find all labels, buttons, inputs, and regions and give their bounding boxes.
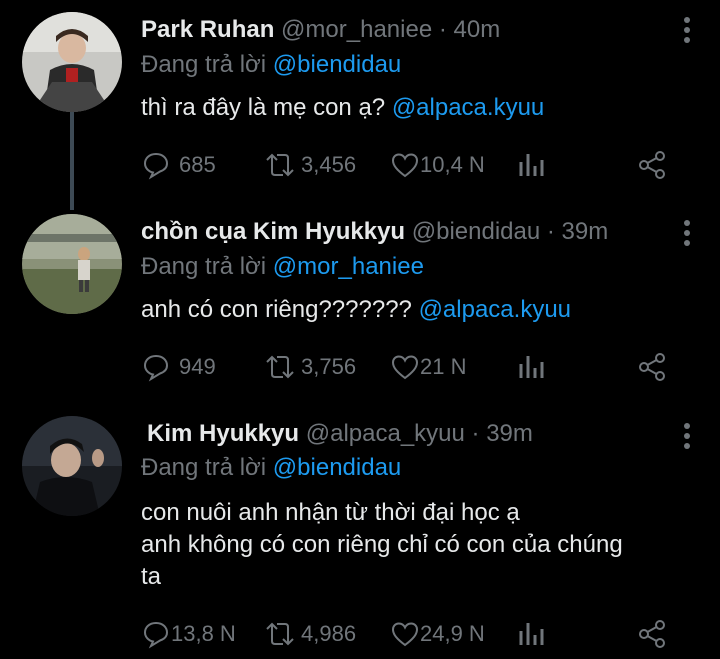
avatar-chon-cua-kim-hyukkyu[interactable] [22, 214, 122, 314]
timestamp[interactable]: · 39m [472, 420, 533, 447]
reply-count: 949 [179, 354, 216, 379]
like-button[interactable]: 21 N [390, 352, 466, 382]
like-button[interactable]: 24,9 N [390, 619, 485, 649]
tweet-text-content: thì ra đây là mẹ con ạ? [141, 94, 386, 121]
reply-count: 685 [179, 152, 216, 177]
reply-count: 13,8 N [171, 621, 236, 646]
reply-icon [143, 354, 169, 382]
tweet-text-line: ta [141, 563, 162, 590]
analytics-button[interactable] [517, 619, 547, 649]
analytics-icon [519, 356, 544, 378]
tweet-header: Park Ruhan @mor_haniee · 40m [141, 15, 500, 45]
reply-label: Đang trả lời [141, 454, 267, 481]
reply-to-mention[interactable]: @biendidau [273, 454, 401, 481]
analytics-button[interactable] [517, 150, 547, 180]
retweet-count: 3,456 [301, 152, 357, 177]
tweet-text-content: anh có con riêng??????? [141, 296, 412, 323]
analytics-icon [519, 154, 544, 176]
reply-context: Đang trả lời @biendidau [141, 453, 401, 483]
tweet-text: thì ra đây là mẹ con ạ? @alpaca.kyuu [141, 92, 691, 124]
text-mention[interactable]: @alpaca.kyuu [419, 296, 571, 323]
tweet-actions: 685 3,456 10,4 N [141, 150, 681, 180]
reply-icon [143, 621, 169, 649]
retweet-icon [266, 355, 294, 379]
tweet-actions: 949 3,756 21 N [141, 352, 681, 382]
like-icon [391, 153, 419, 178]
username[interactable]: @biendidau [412, 218, 540, 245]
text-mention[interactable]: @alpaca.kyuu [392, 94, 544, 121]
more-options-icon[interactable] [684, 423, 690, 453]
share-button[interactable] [636, 150, 668, 180]
like-count: 10,4 N [420, 152, 485, 177]
username[interactable]: @mor_haniee [281, 16, 432, 43]
retweet-count: 4,986 [301, 621, 357, 646]
retweet-button[interactable]: 4,986 [263, 619, 356, 649]
display-name[interactable]: Kim Hyukkyu [147, 420, 299, 447]
timestamp[interactable]: · 39m [547, 218, 608, 245]
reply-label: Đang trả lời [141, 51, 267, 78]
like-button[interactable]: 10,4 N [390, 150, 485, 180]
share-icon [639, 151, 665, 179]
tweet-text: anh có con riêng??????? @alpaca.kyuu [141, 294, 691, 326]
share-icon [639, 620, 665, 648]
like-count: 21 N [420, 354, 467, 379]
thread-line [70, 112, 74, 210]
share-button[interactable] [636, 619, 668, 649]
analytics-button[interactable] [517, 352, 547, 382]
retweet-icon [266, 622, 294, 646]
analytics-icon [519, 623, 544, 645]
display-name[interactable]: chồn cụa Kim Hyukkyu [141, 218, 405, 245]
avatar-park-ruhan[interactable] [22, 12, 122, 112]
reply-to-mention[interactable]: @biendidau [273, 51, 401, 78]
tweet-text-line: con nuôi anh nhận từ thời đại học ạ [141, 499, 520, 526]
more-options-icon[interactable] [684, 220, 690, 250]
reply-button[interactable]: 13,8 N [141, 619, 236, 649]
reply-button[interactable]: 685 [141, 150, 216, 180]
like-count: 24,9 N [420, 621, 485, 646]
reply-icon [143, 152, 169, 180]
retweet-button[interactable]: 3,456 [263, 150, 356, 180]
reply-context: Đang trả lời @mor_haniee [141, 252, 424, 282]
like-icon [391, 355, 419, 380]
tweet-text: con nuôi anh nhận từ thời đại học ạ anh … [141, 497, 691, 593]
tweet-text-line: anh không có con riêng chỉ có con của ch… [141, 531, 623, 558]
username[interactable]: @alpaca_kyuu [306, 420, 465, 447]
more-options-icon[interactable] [684, 17, 690, 47]
share-icon [639, 353, 665, 381]
tweet-actions: 13,8 N 4,986 24,9 N [141, 619, 681, 649]
reply-button[interactable]: 949 [141, 352, 216, 382]
reply-to-mention[interactable]: @mor_haniee [273, 253, 424, 280]
reply-label: Đang trả lời [141, 253, 267, 280]
display-name[interactable]: Park Ruhan [141, 16, 274, 43]
avatar-kim-hyukkyu[interactable] [22, 416, 122, 516]
reply-context: Đang trả lời @biendidau [141, 50, 401, 80]
share-button[interactable] [636, 352, 668, 382]
retweet-button[interactable]: 3,756 [263, 352, 356, 382]
tweet-header: Kim Hyukkyu @alpaca_kyuu · 39m [147, 419, 533, 449]
retweet-count: 3,756 [301, 354, 357, 379]
retweet-icon [266, 153, 294, 177]
tweet-header: chồn cụa Kim Hyukkyu @biendidau · 39m [141, 217, 608, 247]
timestamp[interactable]: · 40m [439, 16, 500, 43]
like-icon [391, 622, 419, 647]
